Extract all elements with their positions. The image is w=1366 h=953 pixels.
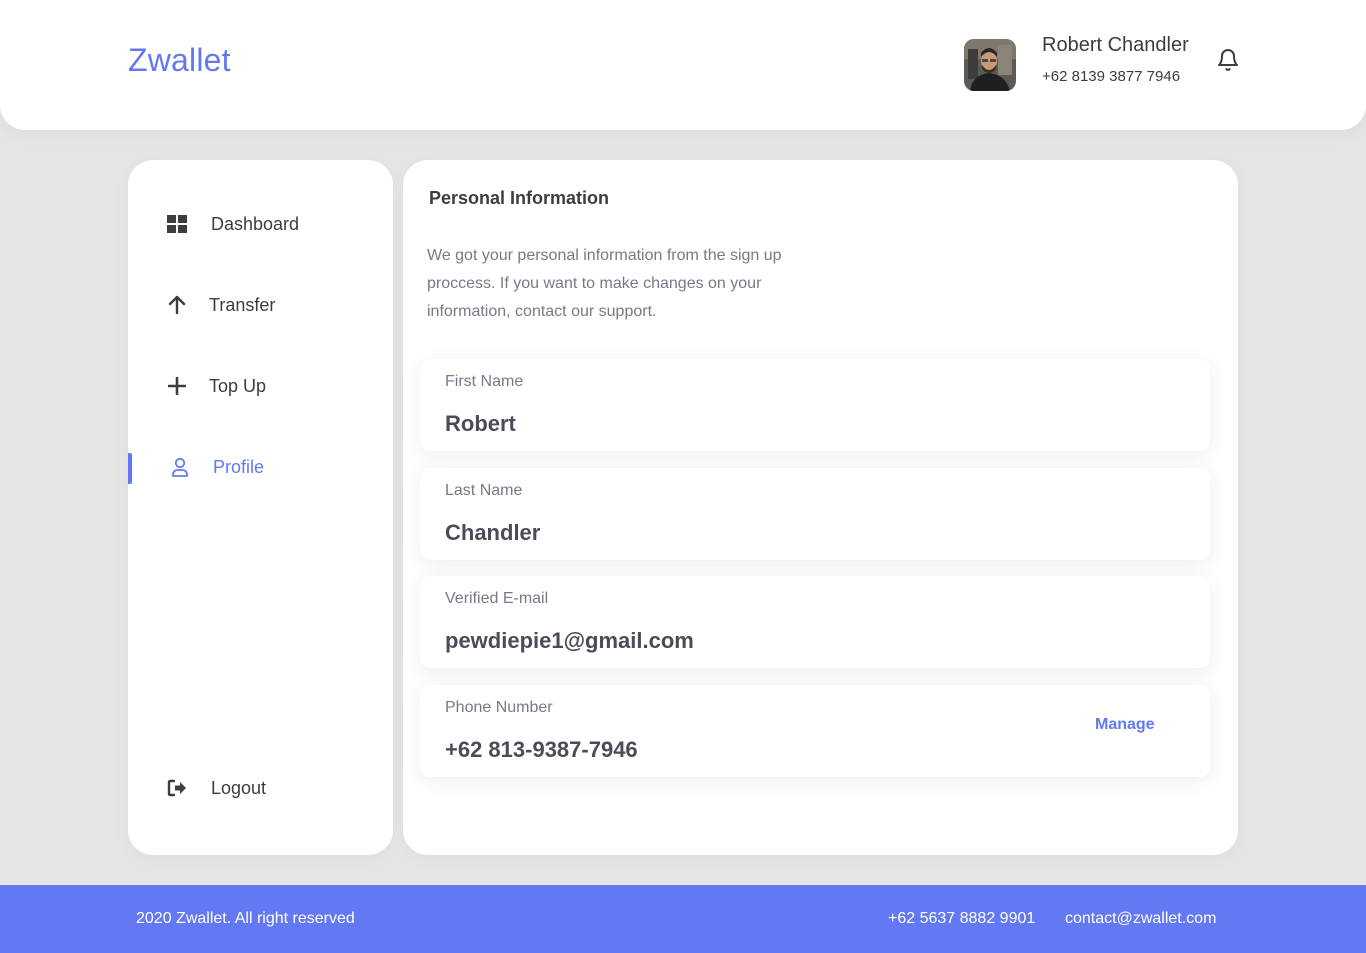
first-name-card: First Name Robert [420,359,1210,451]
sidebar-item-dashboard[interactable]: Dashboard [128,207,393,241]
field-label: Phone Number [445,699,553,716]
user-name: Robert Chandler [1042,34,1189,56]
avatar-image [964,39,1016,91]
footer-email[interactable]: contact@zwallet.com [1065,910,1216,928]
sidebar: Dashboard Transfer Top Up Profile Logout [128,160,393,855]
footer-phone: +62 5637 8882 9901 [888,910,1036,927]
user-phone: +62 8139 3877 7946 [1042,68,1181,85]
sidebar-item-label: Top Up [209,375,267,396]
page-title: Personal Information [429,188,610,208]
section-description: We got your personal information from th… [427,247,782,320]
sidebar-item-label: Transfer [209,294,276,315]
field-value: Chandler [445,520,541,545]
logout-button[interactable]: Logout [128,771,393,805]
manage-phone-link[interactable]: Manage [1095,716,1155,734]
brand-logo[interactable]: Zwallet [128,42,231,79]
plus-icon [166,375,188,397]
avatar[interactable] [964,39,1016,91]
field-value: pewdiepie1@gmail.com [445,628,694,653]
grid-icon [166,213,188,235]
footer-copyright: 2020 Zwallet. All right reserved [136,910,355,927]
bell-icon[interactable] [1216,47,1240,73]
personal-information-panel: Personal Information We got your persona… [403,160,1238,855]
field-label: Last Name [445,482,523,499]
email-card: Verified E-mail pewdiepie1@gmail.com [420,576,1210,668]
top-header: Zwallet Robert Chandler +62 8139 3877 79… [0,0,1366,130]
last-name-card: Last Name Chandler [420,468,1210,560]
user-icon [169,456,191,478]
field-label: First Name [445,373,524,390]
sidebar-item-top-up[interactable]: Top Up [128,369,393,403]
sidebar-item-label: Profile [213,456,265,477]
logout-icon [166,777,188,799]
sidebar-item-transfer[interactable]: Transfer [128,288,393,322]
field-label: Verified E-mail [445,590,549,607]
field-value: +62 813-9387-7946 [445,737,638,762]
logout-label: Logout [211,777,267,798]
field-value: Robert [445,411,516,436]
sidebar-item-profile[interactable]: Profile [128,450,393,484]
arrow-up-icon [166,294,188,316]
footer: 2020 Zwallet. All right reserved +62 563… [0,885,1366,953]
phone-number-card: Phone Number +62 813-9387-7946 Manage [420,685,1210,777]
sidebar-item-label: Dashboard [211,213,300,234]
